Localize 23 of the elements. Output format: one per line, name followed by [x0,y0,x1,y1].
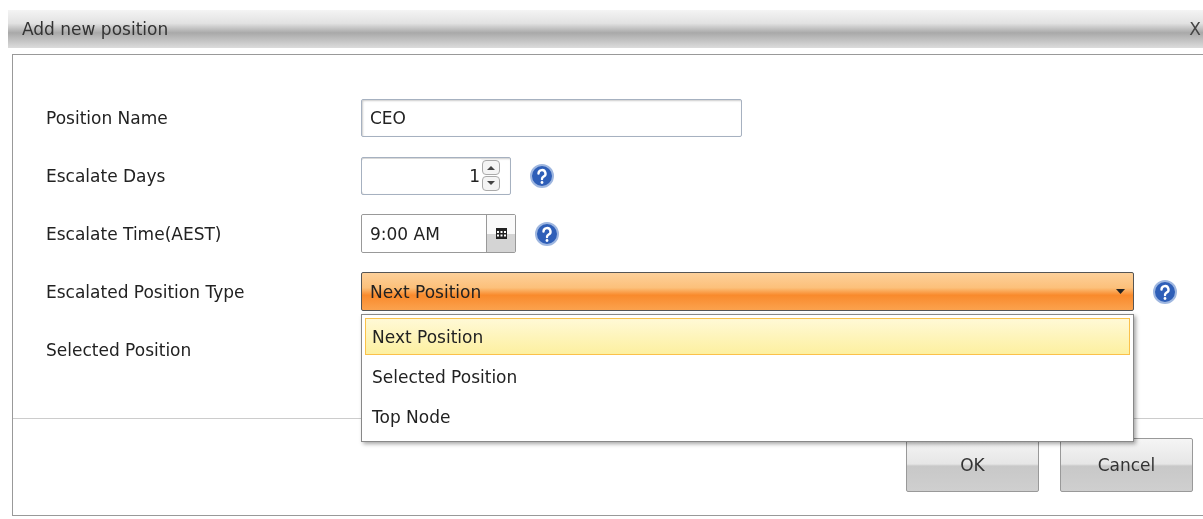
cancel-button[interactable]: Cancel [1060,438,1193,492]
window-title: Add new position [22,19,169,39]
field-label: Escalated Position Type [46,281,246,302]
field-label: Selected Position [46,339,193,360]
help-icon[interactable] [534,220,560,247]
dropdown-option[interactable]: Selected Position [365,358,1130,395]
dropdown[interactable]: Next Position [361,272,1134,311]
up-arrow-icon[interactable] [482,160,500,175]
help-icon[interactable] [1152,278,1178,305]
close-button[interactable]: X [1189,19,1201,39]
time-field[interactable]: 9:00 AM [361,214,516,253]
field-label: Escalate Days [46,165,167,186]
calendar-button[interactable] [486,215,515,252]
dropdown-option[interactable]: Next Position [365,318,1130,355]
help-icon[interactable] [529,162,555,189]
field-label: Position Name [46,107,169,128]
down-arrow-icon[interactable] [482,176,500,191]
field-label: Escalate Time(AEST) [46,223,223,244]
text-field[interactable]: CEO [361,98,742,137]
caret-icon [1116,289,1125,294]
dropdown-option[interactable]: Top Node [365,398,1130,435]
number-field[interactable]: 1 [361,156,511,195]
grid-icon [495,228,507,239]
